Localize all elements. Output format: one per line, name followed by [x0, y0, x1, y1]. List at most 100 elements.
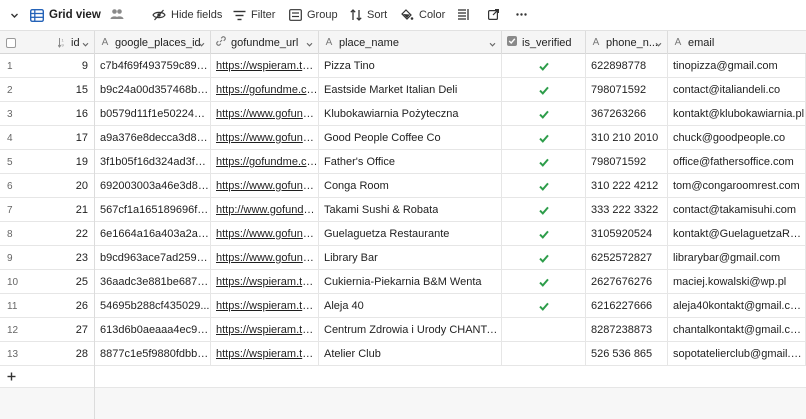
cell-google-places-id[interactable]: a9a376e8decca3d85...	[95, 126, 211, 150]
table-row[interactable]: 10 25 36aadc3e881be687e... https://wspieram…	[0, 270, 806, 294]
sort-button[interactable]: Sort	[350, 4, 387, 26]
cell-email[interactable]: contact@italiandeli.co	[668, 78, 806, 102]
cell-is-verified[interactable]	[502, 198, 586, 222]
cell-is-verified[interactable]	[502, 270, 586, 294]
cell-place-name[interactable]: Atelier Club	[319, 342, 502, 366]
cell-phone[interactable]: 622898778	[586, 54, 668, 78]
cell-id[interactable]: 19	[40, 156, 94, 168]
group-button[interactable]: Group	[289, 4, 338, 26]
cell-email[interactable]: contact@takamisuhi.com	[668, 198, 806, 222]
cell-id[interactable]: 9	[40, 60, 94, 72]
cell-is-verified[interactable]	[502, 318, 586, 342]
cell-phone[interactable]: 798071592	[586, 78, 668, 102]
view-name[interactable]: Grid view	[49, 9, 101, 21]
cell-place-name[interactable]: Klubokawiarnia Pożyteczna	[319, 102, 502, 126]
hide-fields-button[interactable]: Hide fields	[152, 4, 222, 26]
cell-is-verified[interactable]	[502, 126, 586, 150]
cell-google-places-id[interactable]: 3f1b05f16d324ad3fa4...	[95, 150, 211, 174]
cell-place-name[interactable]: Centrum Zdrowia i Urody CHANTA'L	[319, 318, 502, 342]
chevron-down-icon[interactable]	[10, 11, 19, 20]
cell-phone[interactable]: 6252572827	[586, 246, 668, 270]
cell-email[interactable]: office@fathersoffice.com	[668, 150, 806, 174]
header-google-places-id[interactable]: A google_places_id	[95, 31, 211, 54]
cell-phone[interactable]: 8287238873	[586, 318, 668, 342]
cell-phone[interactable]: 2627676276	[586, 270, 668, 294]
cell-email[interactable]: tinopizza@gmail.com	[668, 54, 806, 78]
cell-gofundme-url[interactable]: http://www.gofundm...	[211, 198, 319, 222]
add-row-button[interactable]	[0, 365, 95, 388]
table-row[interactable]: 13 28 8877c1e5f9880fdbb3... https://wspiera…	[0, 342, 806, 366]
table-row[interactable]: 9 23 b9cd963ace7ad259fe1... https://www.gof…	[0, 246, 806, 270]
cell-google-places-id[interactable]: b0579d11f1e5022401...	[95, 102, 211, 126]
cell-email[interactable]: maciej.kowalski@wp.pl	[668, 270, 806, 294]
cell-google-places-id[interactable]: 6e1664a16a403a2aad...	[95, 222, 211, 246]
cell-google-places-id[interactable]: 613d6b0aeaaa4ec913...	[95, 318, 211, 342]
table-row[interactable]: 1 9 c7b4f69f493759c890... https://wspieram.…	[0, 54, 806, 78]
cell-google-places-id[interactable]: b9cd963ace7ad259fe1...	[95, 246, 211, 270]
cell-google-places-id[interactable]: 36aadc3e881be687e...	[95, 270, 211, 294]
cell-is-verified[interactable]	[502, 54, 586, 78]
cell-email[interactable]: chuck@goodpeople.co	[668, 126, 806, 150]
cell-is-verified[interactable]	[502, 246, 586, 270]
row-number-and-id[interactable]: 19	[0, 54, 95, 78]
header-gofundme-url[interactable]: gofundme_url	[211, 31, 319, 54]
cell-gofundme-url[interactable]: https://wspieram.to/...	[211, 270, 319, 294]
cell-google-places-id[interactable]: 692003003a46e3d8b...	[95, 174, 211, 198]
header-email[interactable]: A email	[668, 31, 806, 54]
cell-place-name[interactable]: Takami Sushi & Robata	[319, 198, 502, 222]
cell-email[interactable]: aleja40kontakt@gmail.com	[668, 294, 806, 318]
cell-id[interactable]: 26	[40, 300, 94, 312]
row-number-and-id[interactable]: 7 21	[0, 198, 95, 222]
chevron-down-icon[interactable]	[82, 39, 89, 47]
cell-phone[interactable]: 367263266	[586, 102, 668, 126]
header-id[interactable]: 19 id	[0, 31, 95, 54]
table-row[interactable]: 11 26 54695b288cf435029... https://wspieram…	[0, 294, 806, 318]
cell-phone[interactable]: 526 536 865	[586, 342, 668, 366]
cell-gofundme-url[interactable]: https://www.gofund...	[211, 102, 319, 126]
cell-id[interactable]: 22	[40, 228, 94, 240]
cell-is-verified[interactable]	[502, 342, 586, 366]
cell-email[interactable]: tom@congaroomrest.com	[668, 174, 806, 198]
cell-id[interactable]: 20	[40, 180, 94, 192]
cell-place-name[interactable]: Pizza Tino	[319, 54, 502, 78]
share-view-icon[interactable]	[488, 9, 499, 20]
cell-is-verified[interactable]	[502, 222, 586, 246]
more-options-icon[interactable]	[516, 13, 527, 16]
chevron-down-icon[interactable]	[198, 39, 205, 47]
cell-is-verified[interactable]	[502, 294, 586, 318]
cell-id[interactable]: 28	[40, 348, 94, 360]
cell-gofundme-url[interactable]: https://www.gofund...	[211, 246, 319, 270]
cell-google-places-id[interactable]: 567cf1a165189696f0f...	[95, 198, 211, 222]
cell-phone[interactable]: 6216227666	[586, 294, 668, 318]
color-button[interactable]: Color	[401, 4, 445, 26]
row-number-and-id[interactable]: 11 26	[0, 294, 95, 318]
cell-email[interactable]: kontakt@klubokawiarnia.pl	[668, 102, 806, 126]
table-row[interactable]: 4 17 a9a376e8decca3d85... https://www.gofun…	[0, 126, 806, 150]
row-height-icon[interactable]	[458, 9, 469, 20]
cell-email[interactable]: librarybar@gmail.com	[668, 246, 806, 270]
cell-email[interactable]: kontakt@GuelaguetzaResta...	[668, 222, 806, 246]
row-number-and-id[interactable]: 2 15	[0, 78, 95, 102]
row-number-and-id[interactable]: 9 23	[0, 246, 95, 270]
select-all-checkbox[interactable]	[6, 37, 16, 48]
collaborators-icon[interactable]	[110, 8, 124, 20]
row-number-and-id[interactable]: 12 27	[0, 318, 95, 342]
cell-google-places-id[interactable]: b9c24a00d357468b9...	[95, 78, 211, 102]
table-row[interactable]: 6 20 692003003a46e3d8b... https://www.gofun…	[0, 174, 806, 198]
cell-place-name[interactable]: Father's Office	[319, 150, 502, 174]
cell-place-name[interactable]: Guelaguetza Restaurante	[319, 222, 502, 246]
cell-id[interactable]: 16	[40, 108, 94, 120]
table-row[interactable]: 5 19 3f1b05f16d324ad3fa4... https://gofundm…	[0, 150, 806, 174]
row-number-and-id[interactable]: 4 17	[0, 126, 95, 150]
cell-is-verified[interactable]	[502, 150, 586, 174]
cell-id[interactable]: 21	[40, 204, 94, 216]
cell-gofundme-url[interactable]: https://wspieram.to/...	[211, 294, 319, 318]
cell-place-name[interactable]: Good People Coffee Co	[319, 126, 502, 150]
row-number-and-id[interactable]: 6 20	[0, 174, 95, 198]
cell-place-name[interactable]: Cukiernia-Piekarnia B&M Wenta	[319, 270, 502, 294]
table-row[interactable]: 3 16 b0579d11f1e5022401... https://www.gofu…	[0, 102, 806, 126]
cell-place-name[interactable]: Conga Room	[319, 174, 502, 198]
cell-id[interactable]: 23	[40, 252, 94, 264]
cell-phone[interactable]: 798071592	[586, 150, 668, 174]
header-is-verified[interactable]: is_verified	[502, 31, 586, 54]
